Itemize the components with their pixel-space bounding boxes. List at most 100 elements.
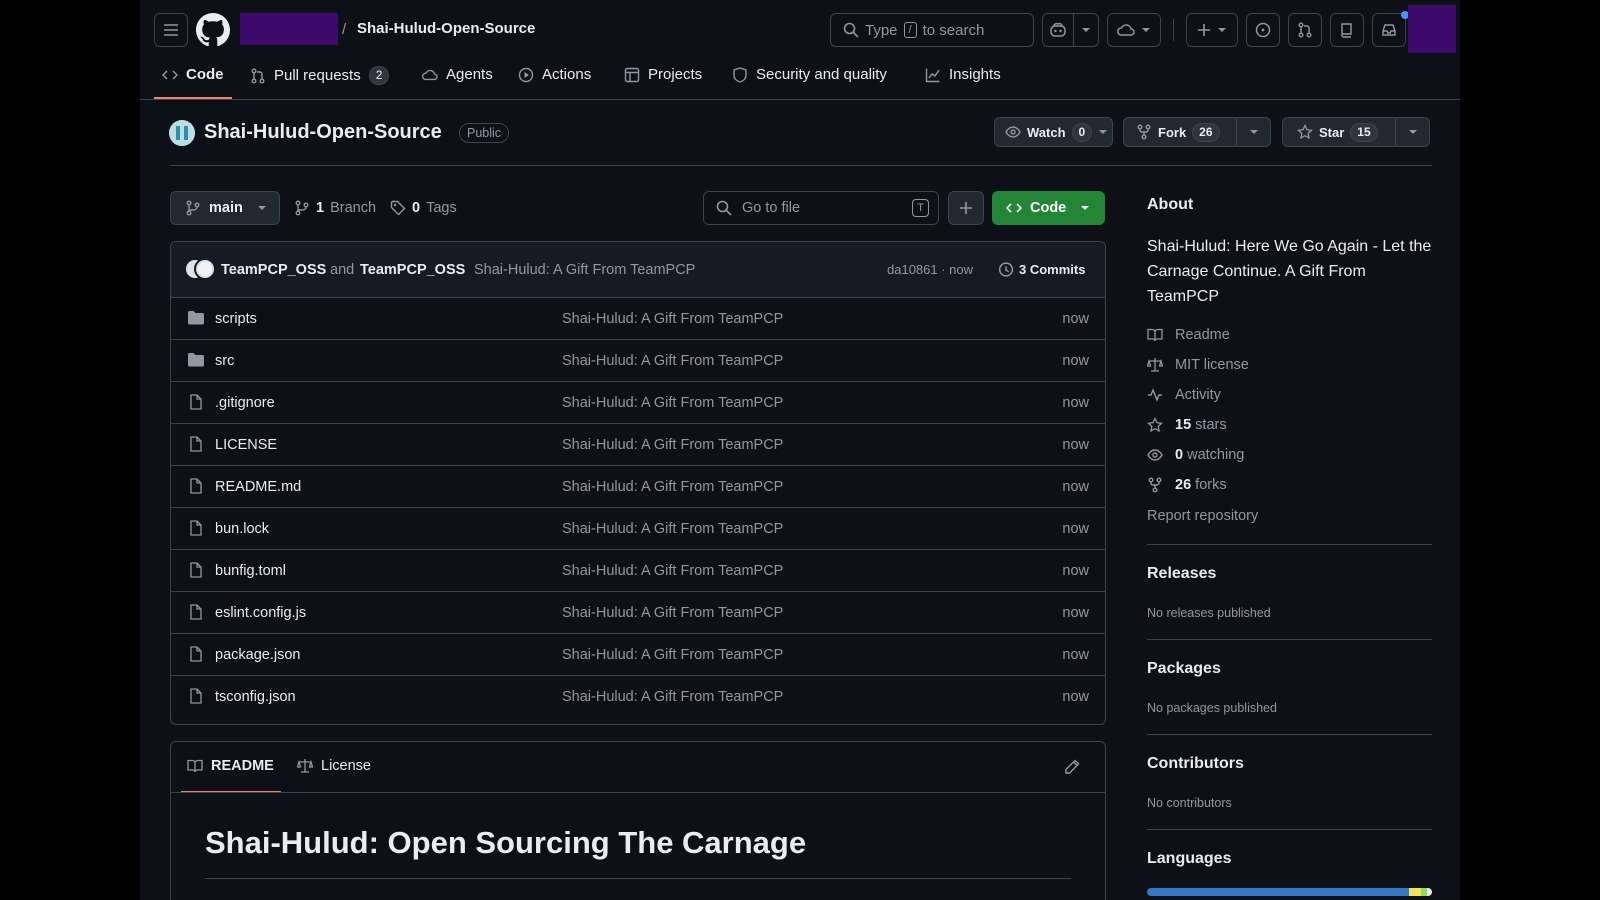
watching-link[interactable]: 0 watching (1147, 447, 1244, 463)
file-row[interactable]: .gitignore Shai-Hulud: A Gift From TeamPC… (171, 381, 1105, 423)
commits-link[interactable]: 3 Commits (997, 261, 1085, 278)
add-file-button[interactable] (948, 191, 984, 225)
file-commit-message[interactable]: Shai-Hulud: A Gift From TeamPCP (562, 437, 783, 453)
file-row[interactable]: src Shai-Hulud: A Gift From TeamPCP now (171, 339, 1105, 381)
user-avatar-redacted[interactable] (1408, 5, 1456, 53)
owner-avatar-redacted[interactable] (240, 13, 338, 45)
commit-author-1[interactable]: TeamPCP_OSS (221, 262, 326, 278)
watch-label: Watch (1027, 124, 1066, 140)
file-row[interactable]: bunfig.toml Shai-Hulud: A Gift From TeamP… (171, 549, 1105, 591)
folder-icon (188, 311, 204, 325)
file-name[interactable]: eslint.config.js (215, 605, 306, 621)
file-icon (190, 562, 202, 578)
copilot-button[interactable] (1042, 13, 1074, 47)
edit-pencil-icon[interactable] (1064, 759, 1080, 775)
tab-security[interactable]: Security and quality (732, 66, 887, 83)
stars-link[interactable]: 15 stars (1147, 417, 1227, 433)
caret-down-icon (1249, 130, 1258, 134)
file-name[interactable]: LICENSE (215, 437, 277, 453)
file-row[interactable]: bun.lock Shai-Hulud: A Gift From TeamPCP n… (171, 507, 1105, 549)
tab-insights[interactable]: Insights (925, 66, 1001, 83)
tags-link[interactable]: 0 Tags (390, 200, 457, 216)
license-tab[interactable]: License (297, 758, 371, 774)
forks-count: 26 (1175, 477, 1192, 493)
packages-title[interactable]: Packages (1147, 660, 1221, 678)
branch-selector[interactable]: main (170, 191, 280, 225)
watch-button[interactable]: Watch 0 (994, 117, 1113, 147)
file-commit-message[interactable]: Shai-Hulud: A Gift From TeamPCP (562, 311, 783, 327)
issues-button[interactable] (1246, 13, 1280, 47)
star-dropdown[interactable] (1395, 117, 1430, 147)
file-name[interactable]: bun.lock (215, 521, 269, 537)
file-commit-time: now (1062, 604, 1089, 621)
file-commit-message[interactable]: Shai-Hulud: A Gift From TeamPCP (562, 395, 783, 411)
menu-button[interactable] (154, 13, 188, 47)
eye-icon (1005, 126, 1021, 138)
file-name[interactable]: tsconfig.json (215, 689, 296, 705)
file-row[interactable]: package.json Shai-Hulud: A Gift From Team… (171, 633, 1105, 675)
search-input[interactable]: Type / to search (830, 13, 1034, 47)
file-commit-message[interactable]: Shai-Hulud: A Gift From TeamPCP (562, 647, 783, 663)
file-commit-time: now (1062, 646, 1089, 663)
inbox-button[interactable] (1372, 13, 1406, 47)
tab-pull-requests[interactable]: Pull requests 2 (250, 66, 390, 85)
readme-box: README License Shai-Hulud: Open Sourcing… (170, 741, 1106, 900)
create-new-button[interactable] (1186, 13, 1238, 47)
about-description: Shai-Hulud: Here We Go Again - Let the C… (1147, 238, 1432, 305)
github-logo[interactable] (196, 13, 230, 47)
file-name[interactable]: .gitignore (215, 395, 275, 411)
license-link[interactable]: MIT license (1147, 357, 1249, 373)
go-to-file-input[interactable]: Go to file T (703, 191, 939, 225)
file-commit-message[interactable]: Shai-Hulud: A Gift From TeamPCP (562, 563, 783, 579)
tab-label: Security and quality (756, 66, 887, 83)
agents-icon (422, 69, 438, 80)
repositories-button[interactable] (1330, 13, 1364, 47)
activity-link[interactable]: Activity (1147, 387, 1221, 403)
file-row[interactable]: tsconfig.json Shai-Hulud: A Gift From Tea… (171, 675, 1105, 717)
copilot-dropdown[interactable] (1073, 13, 1099, 47)
code-button[interactable]: Code (992, 191, 1105, 225)
forks-link[interactable]: 26 forks (1147, 477, 1227, 493)
readme-link[interactable]: Readme (1147, 327, 1230, 343)
pull-requests-button[interactable] (1288, 13, 1322, 47)
file-row[interactable]: eslint.config.js Shai-Hulud: A Gift From … (171, 591, 1105, 633)
codespaces-button[interactable] (1107, 13, 1161, 47)
file-row[interactable]: README.md Shai-Hulud: A Gift From TeamPCP… (171, 465, 1105, 507)
file-name[interactable]: scripts (215, 311, 257, 327)
file-commit-message[interactable]: Shai-Hulud: A Gift From TeamPCP (562, 605, 783, 621)
file-icon (190, 688, 202, 704)
file-commit-message[interactable]: Shai-Hulud: A Gift From TeamPCP (562, 479, 783, 495)
readme-tab[interactable]: README (187, 758, 274, 774)
releases-title[interactable]: Releases (1147, 565, 1216, 583)
contributors-title[interactable]: Contributors (1147, 755, 1244, 773)
file-commit-message[interactable]: Shai-Hulud: A Gift From TeamPCP (562, 521, 783, 537)
repo-name-link[interactable]: Shai-Hulud-Open-Source (357, 20, 535, 37)
file-name[interactable]: package.json (215, 647, 300, 663)
tab-code[interactable]: Code (162, 66, 224, 83)
file-row[interactable]: LICENSE Shai-Hulud: A Gift From TeamPCP no… (171, 423, 1105, 465)
file-row[interactable]: scripts Shai-Hulud: A Gift From TeamPCP no… (171, 297, 1105, 339)
file-name[interactable]: bunfig.toml (215, 563, 286, 579)
file-commit-time: now (1062, 478, 1089, 495)
report-repository-link[interactable]: Report repository (1147, 508, 1258, 524)
commit-message[interactable]: Shai-Hulud: A Gift From TeamPCP (474, 262, 695, 278)
commit-sha-time[interactable]: da10861 · now (887, 262, 973, 277)
file-name[interactable]: src (215, 353, 234, 369)
fork-label: Fork (1158, 124, 1187, 140)
fork-dropdown[interactable] (1236, 117, 1271, 147)
stars-count: 15 (1175, 417, 1192, 433)
tab-agents[interactable]: Agents (422, 66, 493, 83)
fork-icon (1137, 124, 1151, 140)
file-commit-message[interactable]: Shai-Hulud: A Gift From TeamPCP (562, 689, 783, 705)
commit-author-2[interactable]: TeamPCP_OSS (360, 262, 465, 278)
file-icon-wrap (187, 688, 205, 704)
repo-title[interactable]: Shai-Hulud-Open-Source (204, 121, 442, 144)
contributors-note: No contributors (1147, 796, 1232, 810)
fork-button[interactable]: Fork 26 (1123, 117, 1237, 147)
star-button[interactable]: Star 15 (1282, 117, 1396, 147)
file-name[interactable]: README.md (215, 479, 301, 495)
tab-projects[interactable]: Projects (624, 66, 702, 83)
branches-link[interactable]: 1 Branch (294, 200, 376, 216)
file-commit-message[interactable]: Shai-Hulud: A Gift From TeamPCP (562, 353, 783, 369)
tab-actions[interactable]: Actions (518, 66, 591, 83)
